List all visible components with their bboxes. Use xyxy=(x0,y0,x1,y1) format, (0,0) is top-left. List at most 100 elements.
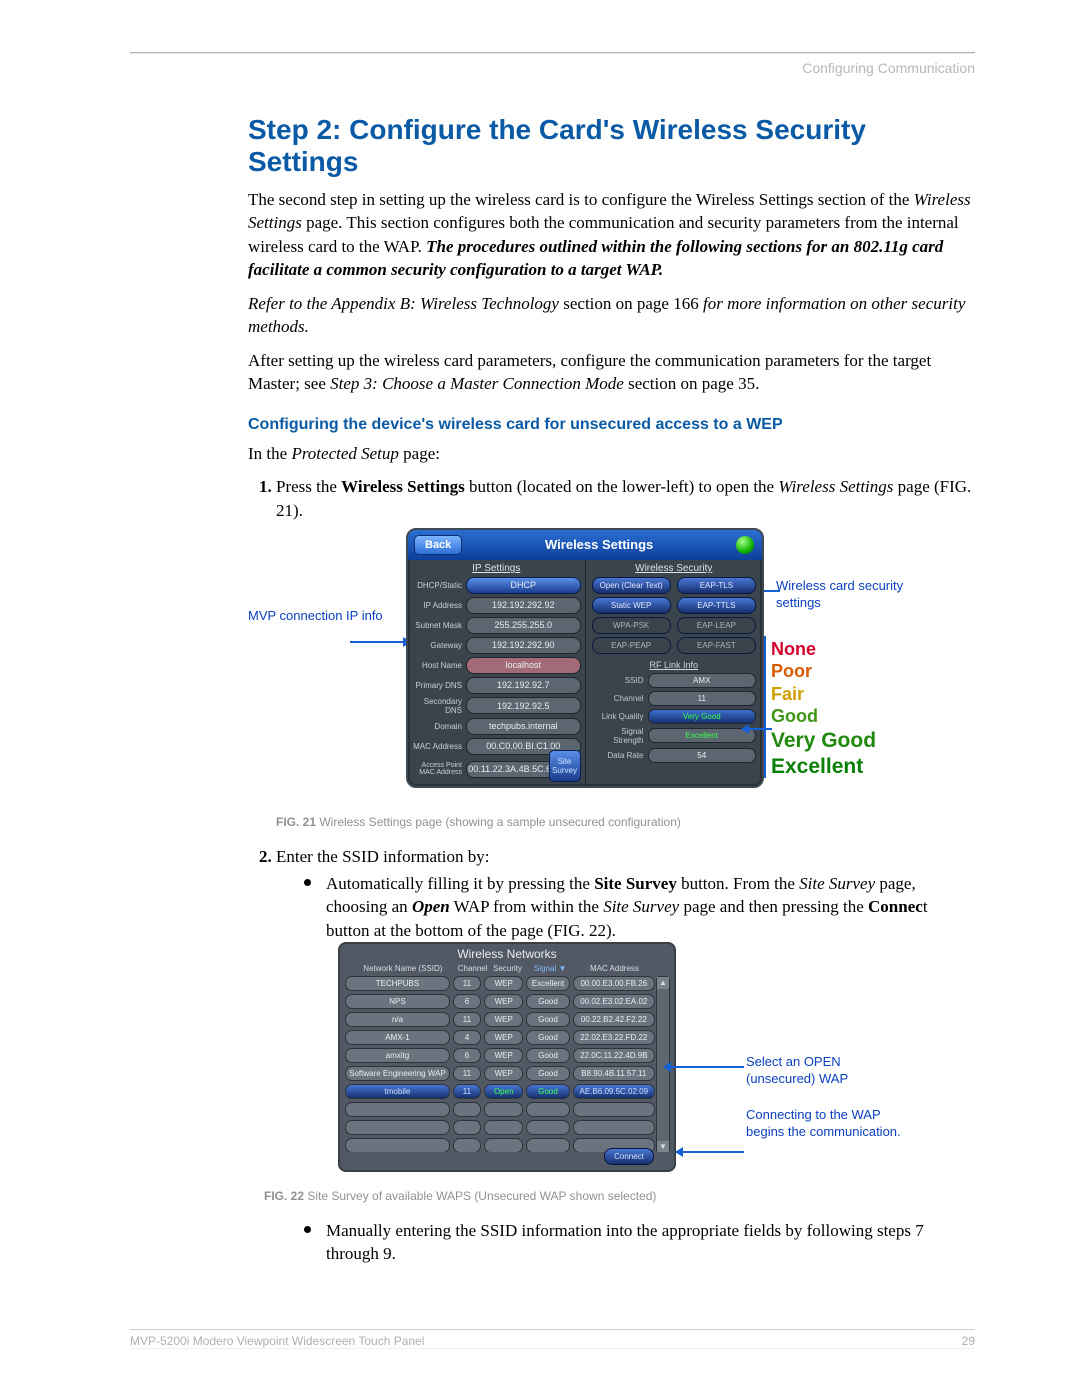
panel-titlebar: Back Wireless Settings xyxy=(408,530,762,560)
cell-sig: Good xyxy=(526,1030,569,1045)
cell-empty xyxy=(453,1120,481,1135)
table-row[interactable]: Software Engineering WAP11WEPGoodB8.90.4… xyxy=(345,1066,655,1081)
table-row[interactable]: n/a11WEPGood00.22.B2.42.F2.22 xyxy=(345,1012,655,1027)
t: button. From the xyxy=(677,874,799,893)
ordered-list: Press the Wireless Settings button (loca… xyxy=(248,475,975,1266)
t: Site Survey xyxy=(799,874,875,893)
cell-sig: Excellent xyxy=(526,976,569,991)
t: Press the xyxy=(276,477,341,496)
table-row[interactable]: TECHPUBS11WEPExcellent00.00.E3.00.FB.26 xyxy=(345,976,655,991)
gateway-field[interactable]: 192.192.292.90 xyxy=(466,637,581,654)
table-row-empty xyxy=(345,1102,655,1117)
cell-sec: WEP xyxy=(484,994,523,1009)
ssid-field[interactable]: AMX xyxy=(648,673,757,688)
cell-empty xyxy=(453,1102,481,1117)
hdr-name[interactable]: Network Name (SSID) xyxy=(345,964,455,973)
t: page and then pressing the xyxy=(679,897,868,916)
connect-button[interactable]: Connect xyxy=(604,1148,654,1165)
t: Enter the SSID information by: xyxy=(276,847,489,866)
para-appendix: Refer to the Appendix B: Wireless Techno… xyxy=(248,292,975,339)
q-none: None xyxy=(771,638,876,661)
t: WAP from within the xyxy=(450,897,603,916)
cell-empty xyxy=(484,1138,523,1152)
data-rate-field: 54 xyxy=(648,748,757,763)
dhcp-button[interactable]: DHCP xyxy=(466,577,581,594)
cell-name: AMX-1 xyxy=(345,1030,450,1045)
wireless-settings-panel: Back Wireless Settings IP Settings DHCP/… xyxy=(406,528,764,788)
cell-sig: Good xyxy=(526,1012,569,1027)
t: Site Survey xyxy=(603,897,679,916)
table-row[interactable]: tmobile11OpenGoodAE.B6.09.5C.02.09 xyxy=(345,1084,655,1099)
cell-ch: 11 xyxy=(453,1012,481,1027)
q-poor: Poor xyxy=(771,660,876,683)
scroll-down-icon[interactable]: ▼ xyxy=(657,1141,669,1152)
hdr-channel[interactable]: Channel xyxy=(458,964,486,973)
cell-empty xyxy=(484,1102,523,1117)
sec-eap-tls-button[interactable]: EAP-TLS xyxy=(677,577,756,594)
quality-scale: None Poor Fair Good Very Good Excellent xyxy=(771,638,876,781)
lbl: Secondary DNS xyxy=(412,697,466,715)
hdr-security[interactable]: Security xyxy=(489,964,527,973)
table-row[interactable]: amxitg6WEPGood22.0C.11.22.4D.9B xyxy=(345,1048,655,1063)
cell-name: Software Engineering WAP xyxy=(345,1066,450,1081)
cell-ch: 11 xyxy=(453,1066,481,1081)
t: Protected Setup xyxy=(291,444,398,463)
link-quality-field: Very Good xyxy=(648,709,757,724)
t: Site Survey xyxy=(594,874,677,893)
sec-eap-peap-button[interactable]: EAP-PEAP xyxy=(592,637,671,654)
arrow-icon xyxy=(742,728,772,730)
table-row[interactable]: AMX-14WEPGood22.02.E3.22.FD.22 xyxy=(345,1030,655,1045)
step-2: Enter the SSID information by: Automatic… xyxy=(276,845,975,1266)
table-row[interactable]: NPS6WEPGood00.02.E3.02.EA.02 xyxy=(345,994,655,1009)
ip-settings-column: IP Settings DHCP/StaticDHCP IP Address19… xyxy=(408,560,586,786)
table-row-empty xyxy=(345,1120,655,1135)
sec-eap-leap-button[interactable]: EAP-LEAP xyxy=(677,617,756,634)
sec-wpa-psk-button[interactable]: WPA-PSK xyxy=(592,617,671,634)
sec-eap-fast-button[interactable]: EAP-FAST xyxy=(677,637,756,654)
header-section: Configuring Communication xyxy=(130,60,975,76)
subnet-field[interactable]: 255.255.255.0 xyxy=(466,617,581,634)
footer: MVP-5200i Modero Viewpoint Widescreen To… xyxy=(130,1329,975,1349)
cell-empty xyxy=(526,1120,569,1135)
site-survey-button[interactable]: Site Survey xyxy=(549,750,581,782)
domain-field[interactable]: techpubs.internal xyxy=(466,718,581,735)
bullet-list: Automatically filling it by pressing the… xyxy=(276,872,975,1266)
page: Configuring Communication Step 2: Config… xyxy=(0,0,1080,1397)
t: section on page 35. xyxy=(624,374,760,393)
wireless-networks-panel: Wireless Networks Network Name (SSID) Ch… xyxy=(338,942,676,1172)
bullet-manual: Manually entering the SSID information i… xyxy=(326,1219,975,1266)
cell-sec: WEP xyxy=(484,1048,523,1063)
scroll-up-icon[interactable]: ▲ xyxy=(657,977,669,989)
arrow-icon xyxy=(350,641,410,643)
sec-static-wep-button[interactable]: Static WEP xyxy=(592,597,671,614)
cell-name: amxitg xyxy=(345,1048,450,1063)
primary-dns-field[interactable]: 192.192.92.7 xyxy=(466,677,581,694)
sec-open-button[interactable]: Open (Clear Text) xyxy=(592,577,671,594)
top-rule xyxy=(130,52,975,54)
ip-field[interactable]: 192.192.292.92 xyxy=(466,597,581,614)
status-led-icon xyxy=(736,536,754,554)
hostname-field[interactable]: localhost xyxy=(466,657,581,674)
sec-eap-ttls-button[interactable]: EAP-TTLS xyxy=(677,597,756,614)
cell-empty xyxy=(526,1102,569,1117)
t: The second step in setting up the wirele… xyxy=(248,190,914,209)
cell-mac: AE.B6.09.5C.02.09 xyxy=(573,1084,655,1099)
cell-ch: 11 xyxy=(453,976,481,991)
para-after: After setting up the wireless card param… xyxy=(248,349,975,396)
back-button[interactable]: Back xyxy=(414,535,462,555)
hdr-mac[interactable]: MAC Address xyxy=(574,964,655,973)
cell-mac: B8.90.4B.11.57.11 xyxy=(573,1066,655,1081)
cell-ch: 4 xyxy=(453,1030,481,1045)
t: Wireless Settings xyxy=(778,477,893,496)
signal-strength-field: Excellent xyxy=(648,728,757,743)
arrow-icon xyxy=(676,1151,744,1153)
secondary-dns-field[interactable]: 192.192.92.5 xyxy=(466,697,581,714)
ap-mac-field: 00.11.22.3A.4B.5C.6D xyxy=(466,761,560,778)
net-body: ▲ ▼ TECHPUBS11WEPExcellent00.00.E3.00.FB.… xyxy=(343,976,671,1152)
cell-sig: Good xyxy=(526,1084,569,1099)
callout-open: Select an OPEN (unsecured) WAP xyxy=(746,1054,896,1088)
panel-columns: IP Settings DHCP/StaticDHCP IP Address19… xyxy=(408,560,762,786)
t: Wireless Settings page (showing a sample… xyxy=(316,815,681,829)
hdr-signal[interactable]: Signal ▼ xyxy=(529,964,570,973)
lbl: Primary DNS xyxy=(412,681,466,690)
